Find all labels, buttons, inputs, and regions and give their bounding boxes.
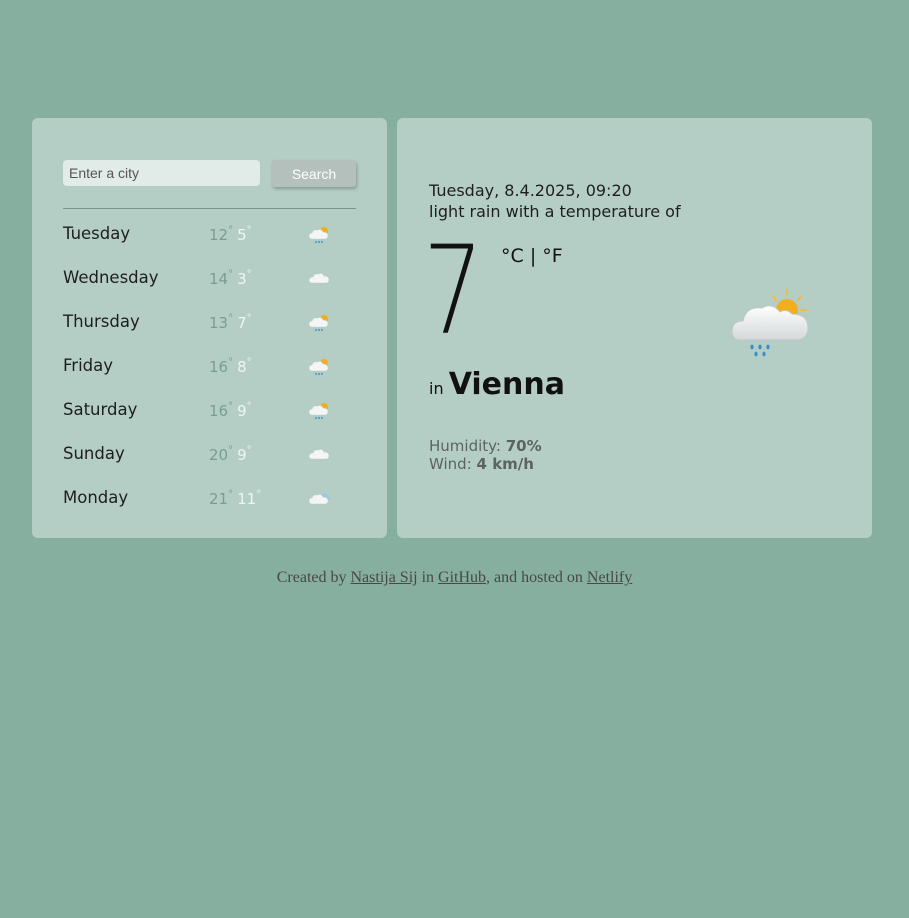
author-link[interactable]: Nastija Sij bbox=[350, 569, 417, 586]
city-name: Vienna bbox=[448, 367, 565, 402]
forecast-min-temp: 3° bbox=[237, 269, 252, 288]
forecast-max-temp: 12° bbox=[209, 225, 234, 244]
forecast-temps: 13° 7° bbox=[209, 313, 252, 332]
forecast-day: Thursday bbox=[63, 312, 140, 331]
unit-separator: | bbox=[523, 245, 543, 267]
city-heading: in Vienna bbox=[429, 367, 565, 402]
cloud-icon bbox=[308, 445, 332, 469]
fahrenheit-link[interactable]: °F bbox=[542, 245, 562, 267]
netlify-link[interactable]: Netlify bbox=[587, 569, 632, 586]
cloud-icon bbox=[308, 269, 332, 293]
wind-label: Wind: bbox=[429, 455, 477, 473]
forecast-temps: 20° 9° bbox=[209, 445, 252, 464]
humidity-value: 70% bbox=[505, 437, 542, 455]
forecast-day: Saturday bbox=[63, 400, 138, 419]
forecast-temps: 12° 5° bbox=[209, 225, 252, 244]
forecast-min-temp: 9° bbox=[237, 445, 252, 464]
forecast-min-temp: 9° bbox=[237, 401, 252, 420]
forecast-item: Wednesday 14° 3° bbox=[63, 265, 356, 309]
forecast-max-temp: 16° bbox=[209, 357, 234, 376]
forecast-temps: 16° 9° bbox=[209, 401, 252, 420]
forecast-item: Friday 16° 8° bbox=[63, 353, 356, 397]
weather-description: light rain with a temperature of bbox=[429, 202, 681, 221]
partly-cloudy-rain-icon bbox=[308, 313, 332, 337]
forecast-item: Saturday 16° 9° bbox=[63, 397, 356, 441]
forecast-day: Wednesday bbox=[63, 268, 159, 287]
forecast-list: Tuesday 12° 5° Wednesday 14° 3° Thursday 13° 7° F… bbox=[63, 221, 356, 529]
forecast-max-temp: 21° bbox=[209, 489, 234, 508]
forecast-temps: 14° 3° bbox=[209, 269, 252, 288]
forecast-temps: 21° 11° bbox=[209, 489, 262, 508]
search-forecast-panel: Search Tuesday 12°5° Wednesday 14°3° Thursda… bbox=[32, 118, 387, 538]
partly-cloudy-rain-icon bbox=[308, 357, 332, 381]
city-prefix: in bbox=[429, 379, 444, 398]
partly-cloudy-icon bbox=[308, 489, 332, 513]
forecast-min-temp: 5° bbox=[237, 225, 252, 244]
forecast-day: Tuesday bbox=[63, 224, 131, 243]
footer: Created by Nastija Sij in GitHub, and ho… bbox=[0, 569, 909, 587]
footer-mid2: , and hosted on bbox=[486, 569, 587, 586]
partly-cloudy-rain-icon bbox=[730, 288, 812, 362]
forecast-max-temp: 20° bbox=[209, 445, 234, 464]
github-link[interactable]: GitHub bbox=[438, 569, 486, 586]
forecast-day: Friday bbox=[63, 356, 114, 375]
forecast-max-temp: 14° bbox=[209, 269, 234, 288]
partly-cloudy-rain-icon bbox=[308, 401, 332, 425]
forecast-max-temp: 13° bbox=[209, 313, 234, 332]
forecast-min-temp: 7° bbox=[237, 313, 252, 332]
search-button[interactable]: Search bbox=[272, 160, 356, 187]
humidity-label: Humidity: bbox=[429, 437, 506, 455]
footer-prefix: Created by bbox=[276, 569, 351, 586]
wind-value: 4 km/h bbox=[476, 455, 534, 473]
unit-switch: °C | °F bbox=[501, 245, 563, 267]
partly-cloudy-rain-icon bbox=[308, 225, 332, 249]
forecast-temps: 16° 8° bbox=[209, 357, 252, 376]
city-search-input[interactable] bbox=[63, 160, 260, 186]
forecast-day: Sunday bbox=[63, 444, 125, 463]
forecast-item: Sunday 20° 9° bbox=[63, 441, 356, 485]
forecast-max-temp: 16° bbox=[209, 401, 234, 420]
wind: Wind: 4 km/h bbox=[429, 455, 534, 473]
forecast-day: Monday bbox=[63, 488, 129, 507]
current-weather-panel: Tuesday, 8.4.2025, 09:20 light rain with… bbox=[397, 118, 872, 538]
forecast-item: Thursday 13° 7° bbox=[63, 309, 356, 353]
current-date: Tuesday, 8.4.2025, 09:20 bbox=[429, 181, 632, 200]
current-temperature: 7 bbox=[423, 220, 484, 362]
celsius-link[interactable]: °C bbox=[501, 245, 524, 267]
divider bbox=[63, 208, 356, 209]
forecast-item: Tuesday 12° 5° bbox=[63, 221, 356, 265]
forecast-min-temp: 11° bbox=[237, 489, 262, 508]
forecast-item: Monday 21° 11° bbox=[63, 485, 356, 529]
footer-mid: in bbox=[417, 569, 439, 586]
humidity: Humidity: 70% bbox=[429, 437, 542, 455]
forecast-min-temp: 8° bbox=[237, 357, 252, 376]
